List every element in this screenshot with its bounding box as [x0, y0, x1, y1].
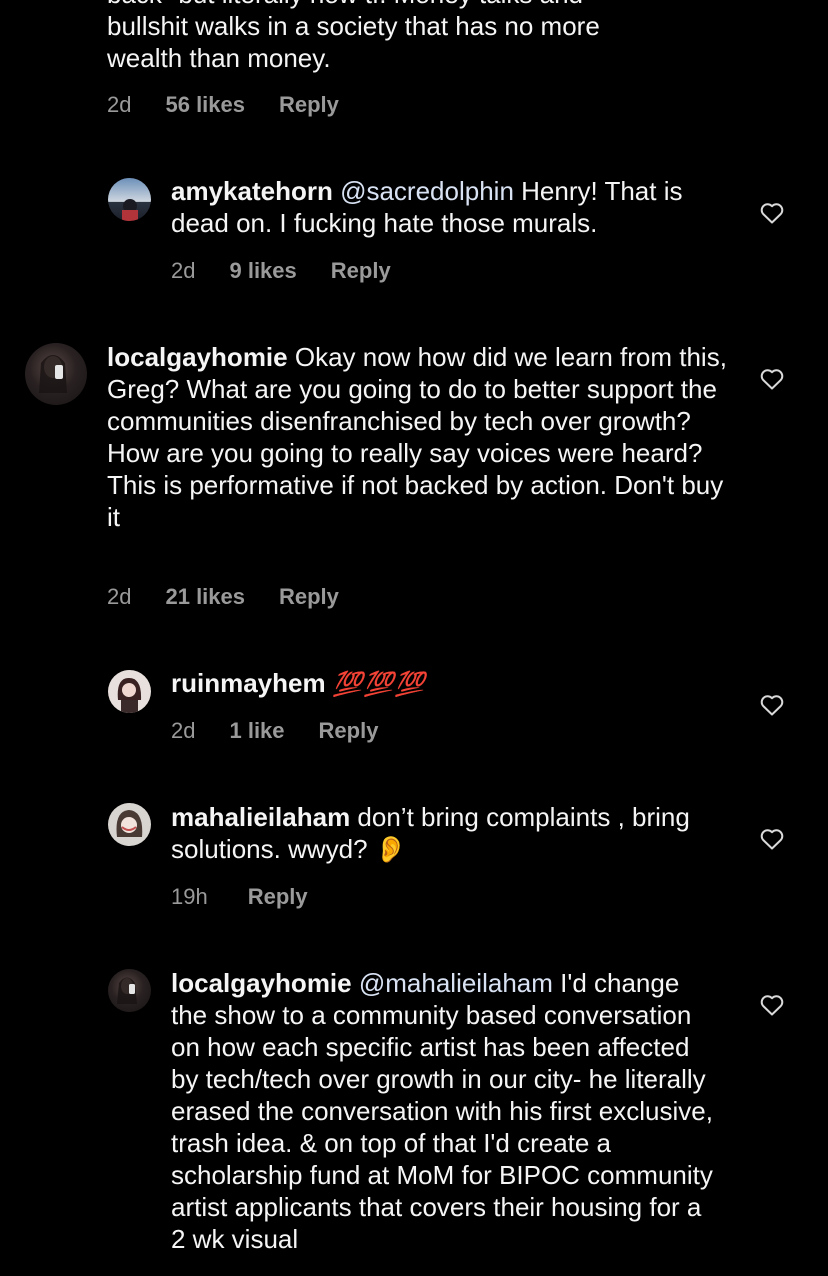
heart-icon[interactable] — [760, 994, 784, 1016]
likes-count[interactable]: 21 likes — [165, 584, 245, 610]
username[interactable]: localgayhomie — [171, 968, 352, 998]
comment-text: back" but literally how tf. Money talks … — [107, 0, 707, 74]
likes-count[interactable]: 56 likes — [165, 92, 245, 118]
timestamp: 2d — [171, 718, 196, 743]
comment-line: wealth than money. — [107, 43, 331, 73]
comment-meta: 2d 21 likes Reply — [107, 584, 373, 610]
avatar[interactable] — [108, 969, 151, 1012]
username[interactable]: mahalieilaham — [171, 802, 350, 832]
bottom-edge — [0, 1266, 828, 1276]
mention-link[interactable]: @mahalieilaham — [359, 968, 553, 998]
username[interactable]: localgayhomie — [107, 342, 288, 372]
hundred-emoji: 💯💯💯 — [332, 671, 426, 698]
avatar[interactable] — [108, 178, 151, 221]
timestamp: 2d — [107, 92, 132, 117]
comment-meta: 2d 9 likes Reply — [171, 258, 425, 284]
avatar[interactable] — [25, 343, 87, 405]
comment-meta: 2d 1 like Reply — [171, 718, 412, 744]
heart-icon[interactable] — [760, 694, 784, 716]
comments-thread: back" but literally how tf. Money talks … — [0, 0, 828, 1276]
likes-count[interactable]: 1 like — [229, 718, 284, 744]
reply-button[interactable]: Reply — [331, 258, 391, 284]
avatar[interactable] — [108, 670, 151, 713]
username[interactable]: amykatehorn — [171, 176, 333, 206]
reply-button[interactable]: Reply — [319, 718, 379, 744]
heart-icon[interactable] — [760, 368, 784, 390]
comment-text: localgayhomie @mahalieilaham I'd change … — [171, 967, 721, 1255]
comment-text: localgayhomie Okay now how did we learn … — [107, 341, 727, 533]
comment-text: mahalieilaham don’t bring complaints , b… — [171, 801, 711, 865]
comment-line: bullshit walks in a society that has no … — [107, 11, 600, 41]
heart-icon[interactable] — [760, 828, 784, 850]
timestamp: 19h — [171, 884, 208, 909]
reply-button[interactable]: Reply — [279, 92, 339, 118]
timestamp: 2d — [171, 258, 196, 283]
reply-button[interactable]: Reply — [279, 584, 339, 610]
mention-link[interactable]: @sacredolphin — [340, 176, 514, 206]
avatar[interactable] — [108, 803, 151, 846]
comment-body: I'd change the show to a community based… — [171, 968, 713, 1254]
comment-line: back" but literally how tf. Money talks … — [107, 0, 707, 10]
timestamp: 2d — [107, 584, 132, 609]
likes-count[interactable]: 9 likes — [229, 258, 296, 284]
comment-meta: 2d 56 likes Reply — [107, 92, 373, 118]
username[interactable]: ruinmayhem — [171, 668, 326, 698]
heart-icon[interactable] — [760, 202, 784, 224]
comment-text: ruinmayhem 💯💯💯 — [171, 667, 731, 701]
comment-text: amykatehorn @sacredolphin Henry! That is… — [171, 175, 731, 239]
reply-button[interactable]: Reply — [248, 884, 308, 910]
comment-meta: 19h Reply — [171, 884, 342, 910]
